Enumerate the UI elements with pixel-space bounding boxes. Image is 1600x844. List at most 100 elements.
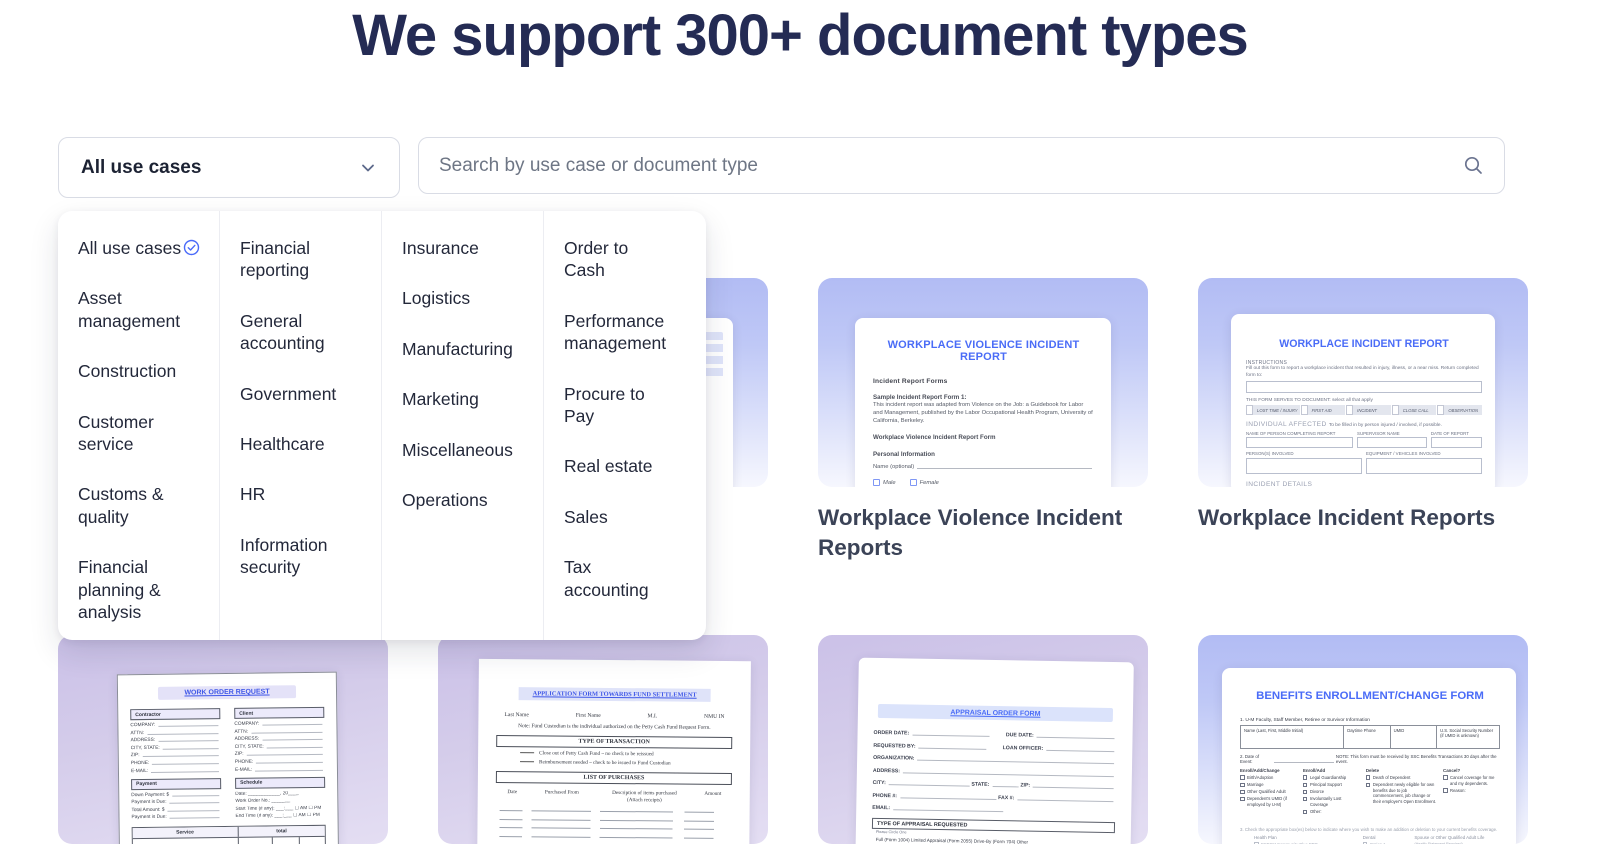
menu-item[interactable]: Healthcare xyxy=(240,433,365,455)
blank-line xyxy=(151,770,219,773)
field-label: Payment is Due: xyxy=(131,799,167,806)
card-thumbnail: WORKPLACE INCIDENT REPORT INSTRUCTIONS F… xyxy=(1198,278,1528,487)
field-label: PHONE #: xyxy=(872,792,898,799)
document-card-benefits-enrollment[interactable]: BENEFITS ENROLLMENT/CHANGE FORM 1. U-M F… xyxy=(1198,635,1528,844)
checkbox-label: Other: xyxy=(1309,809,1322,815)
blank-line xyxy=(152,763,219,765)
table-header: Daytime Phone xyxy=(1344,726,1391,748)
table-header: Amount xyxy=(704,790,722,797)
checkbox-label: Involuntarily Lost Coverage xyxy=(1309,796,1342,808)
doc-field-line: REQUESTED BY: LOAN OFFICER: xyxy=(873,742,1116,752)
checkbox-label: Legal Guardianship xyxy=(1309,774,1347,780)
checkbox-icon xyxy=(1443,788,1448,793)
section-title: INDIVIDUAL AFFECTED xyxy=(1246,420,1327,428)
menu-item[interactable]: Performance management xyxy=(564,310,690,355)
menu-item[interactable]: Customs & quality xyxy=(78,483,203,528)
menu-item[interactable]: Financial reporting xyxy=(240,237,365,282)
doc-gender-options: Male Female xyxy=(873,479,1094,487)
ruled-row xyxy=(499,835,728,839)
document-card-appraisal[interactable]: APPRAISAL ORDER FORM ORDER DATE: DUE DAT… xyxy=(818,635,1148,844)
blank-line xyxy=(255,769,323,772)
field-list: COMPANY: ATTN: ADDRESS: CITY, STATE: ZIP: PHO… xyxy=(130,722,221,774)
menu-item-label: Order to Cash xyxy=(564,238,629,281)
blank-line xyxy=(262,739,323,741)
menu-item[interactable]: Miscellaneous xyxy=(402,439,527,461)
table-header: Name (Last, First, Middle Initial) xyxy=(1241,726,1345,748)
menu-item[interactable]: Information security xyxy=(240,534,365,579)
field-label: STATE: xyxy=(971,781,990,788)
blank-line xyxy=(918,747,987,750)
field-label: Total Amount: $ xyxy=(131,807,165,813)
search-input[interactable] xyxy=(439,154,1463,177)
menu-item[interactable]: All use cases xyxy=(78,237,203,259)
blank-line xyxy=(262,723,323,726)
menu-item[interactable]: Insurance xyxy=(402,237,527,259)
section-header: TYPE OF APPRAISAL REQUESTED xyxy=(876,820,968,829)
field-list: COMPANY: ATTN: ADDRESS: CITY, STATE: ZIP: PHO… xyxy=(234,721,325,772)
doc-columns: Contractor COMPANY: ATTN: ADDRESS: CITY, ST… xyxy=(130,706,326,821)
document-card-fund-settlement[interactable]: APPLICATION FORM TOWARDS FUND SETTLEMENT… xyxy=(438,635,768,844)
checkbox-icon xyxy=(1246,405,1253,415)
form-option: INCIDENT xyxy=(1346,405,1391,415)
doc-field: E-MAIL: xyxy=(131,768,221,774)
menu-item[interactable]: Asset management xyxy=(78,287,203,332)
menu-item[interactable]: Financial planning & analysis xyxy=(78,556,203,623)
menu-item[interactable]: General accounting xyxy=(240,310,365,355)
card-thumbnail: APPLICATION FORM TOWARDS FUND SETTLEMENT… xyxy=(438,635,768,844)
field-label: E-MAIL: xyxy=(130,768,149,774)
field-list: Date: ____________, 20____ Work Order No.… xyxy=(235,790,325,820)
menu-item[interactable]: Tax accounting xyxy=(564,556,690,601)
document-card-workplace-violence[interactable]: WORKPLACE VIOLENCE INCIDENT REPORT Incid… xyxy=(818,278,1148,564)
blank-line xyxy=(142,755,219,758)
document-card-workplace-incident[interactable]: WORKPLACE INCIDENT REPORT INSTRUCTIONS F… xyxy=(1198,278,1528,564)
menu-item[interactable]: Manufacturing xyxy=(402,338,527,360)
checkbox-groups: Enroll/Add/Change Birth/Adoption Marriage… xyxy=(1240,768,1500,815)
doc-field-line: PHONE #: FAX #: xyxy=(872,792,1115,802)
card-thumbnail: APPRAISAL ORDER FORM ORDER DATE: DUE DAT… xyxy=(818,635,1148,844)
menu-item[interactable]: Sales xyxy=(564,506,690,528)
doc-field: ATTN: xyxy=(130,730,220,736)
doc-paragraph: This incident report was adapted from Vi… xyxy=(873,402,1093,425)
group-items: Death of Dependent Dependent newly eligib… xyxy=(1365,774,1437,805)
search-bar[interactable] xyxy=(418,137,1505,194)
menu-item-label: Healthcare xyxy=(240,433,325,454)
menu-item-label: HR xyxy=(240,484,266,505)
card-thumbnail: BENEFITS ENROLLMENT/CHANGE FORM 1. U-M F… xyxy=(1198,635,1528,844)
menu-item[interactable]: Marketing xyxy=(402,388,527,410)
menu-item[interactable]: Logistics xyxy=(402,287,527,309)
search-icon[interactable] xyxy=(1463,155,1484,176)
document-card-work-order[interactable]: WORK ORDER REQUEST Contractor COMPANY: AT… xyxy=(58,635,388,844)
blank-line xyxy=(992,785,1019,788)
menu-item[interactable]: Operations xyxy=(402,489,527,511)
doc-table: Service total xyxy=(131,825,327,844)
menu-item[interactable]: Construction xyxy=(78,360,203,382)
field-label: EQUIPMENT / VEHICLES INVOLVED xyxy=(1366,451,1441,457)
menu-item-label: Construction xyxy=(78,361,177,382)
doc-field: COMPANY: xyxy=(234,721,324,727)
use-case-dropdown-button[interactable]: All use cases xyxy=(58,137,400,198)
field-label: REQUESTED BY: xyxy=(873,742,916,750)
blank-line xyxy=(246,754,323,757)
doc-field-line: EMAIL: xyxy=(872,805,1115,815)
menu-item-label: Miscellaneous xyxy=(402,439,513,460)
menu-item[interactable]: Government xyxy=(240,383,365,405)
blank-line xyxy=(1033,786,1114,790)
menu-item-label: Procure to Pay xyxy=(564,383,645,426)
menu-item[interactable]: Real estate xyxy=(564,455,690,477)
checkbox-label: Cancel coverage for me and my dependents… xyxy=(1450,774,1495,786)
menu-item[interactable]: Order to Cash xyxy=(564,237,690,282)
menu-item[interactable]: Customer service xyxy=(78,411,203,456)
field-label: COMPANY: xyxy=(130,722,156,729)
checkbox-label: Death of Dependent xyxy=(1372,774,1411,780)
menu-item[interactable]: HR xyxy=(240,483,365,505)
menu-item[interactable]: Procure to Pay xyxy=(564,383,690,428)
field-label: ADDRESS: xyxy=(130,738,156,744)
blank-line xyxy=(917,759,1115,765)
checkbox-label: Male xyxy=(883,479,896,486)
checkbox-label: Divorce xyxy=(1309,789,1325,795)
blank-line xyxy=(1036,736,1115,740)
benefits-checkbox-item: Birth/Adoption xyxy=(1240,775,1297,781)
field-label: ZIP: xyxy=(130,753,140,759)
doc-heading: APPRAISAL ORDER FORM xyxy=(877,703,1114,723)
doc-field: ZIP: xyxy=(130,752,221,759)
